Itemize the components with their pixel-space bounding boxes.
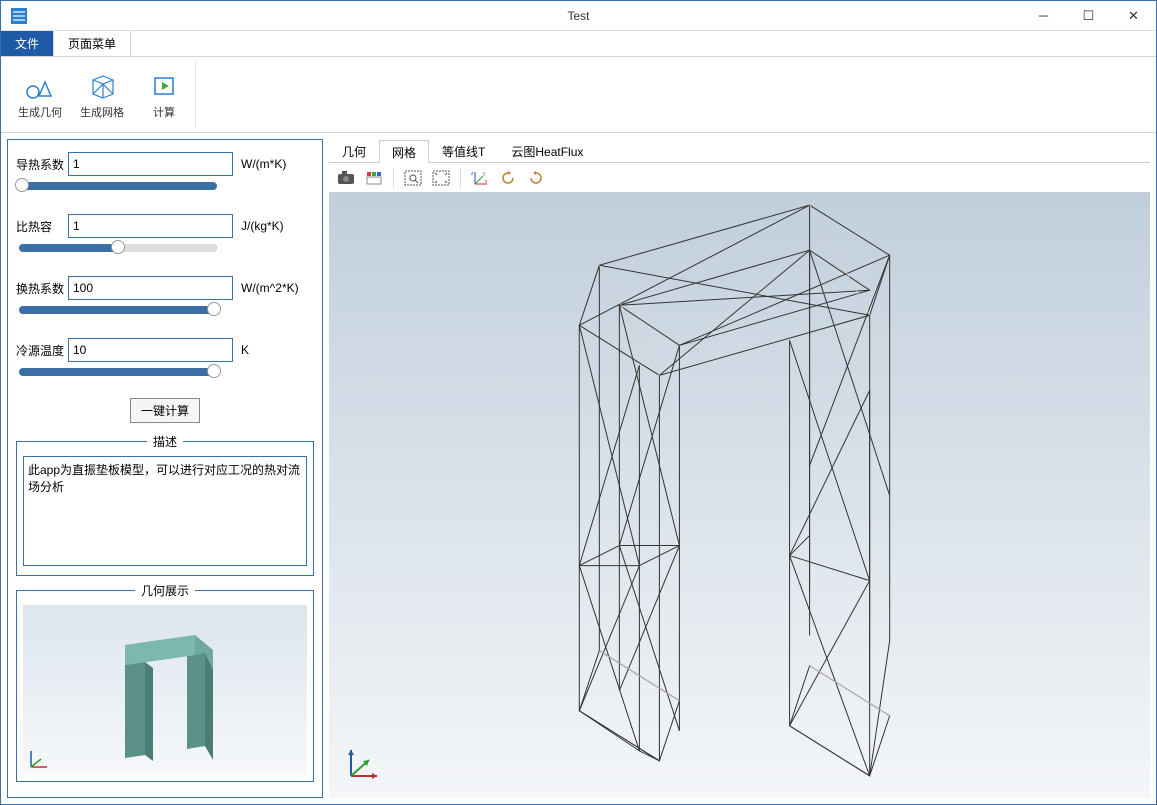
h-label: 换热系数 [16, 280, 68, 297]
cp-label: 比热容 [16, 218, 68, 235]
h-slider[interactable] [19, 306, 217, 314]
cp-unit: J/(kg*K) [241, 219, 284, 233]
3d-canvas[interactable] [329, 193, 1150, 798]
camera-icon[interactable] [333, 166, 359, 190]
menu-bar: 文件 页面菜单 [1, 31, 1156, 57]
tab-cloud-heatflux[interactable]: 云图HeatFlux [498, 139, 596, 162]
k-slider[interactable] [19, 182, 217, 190]
cp-slider[interactable] [19, 244, 217, 252]
generate-mesh-button[interactable]: 生成网格 [77, 61, 127, 128]
menu-page[interactable]: 页面菜单 [54, 31, 131, 56]
window-title: Test [567, 9, 589, 23]
h-unit: W/(m^2*K) [241, 281, 299, 295]
close-button[interactable]: ✕ [1111, 1, 1156, 31]
k-input[interactable] [68, 152, 233, 176]
parameter-panel: 导热系数 W/(m*K) 比热容 J/(kg*K) 换热系数 W/(m^2*K)… [7, 139, 323, 798]
tab-mesh[interactable]: 网格 [379, 140, 429, 163]
one-click-compute-button[interactable]: 一键计算 [130, 398, 200, 423]
tc-slider[interactable] [19, 368, 217, 376]
layers-icon[interactable] [361, 166, 387, 190]
svg-text:y: y [483, 171, 486, 177]
view-tabs: 几何 网格 等值线T 云图HeatFlux [329, 139, 1150, 163]
description-text[interactable] [23, 456, 307, 566]
tab-isoline-t[interactable]: 等值线T [429, 139, 498, 162]
generate-geometry-button[interactable]: 生成几何 [15, 61, 65, 128]
geometry-preview-panel: 几何展示 [16, 582, 314, 782]
geometry-preview-canvas[interactable] [23, 605, 307, 775]
compute-button[interactable]: 计算 [139, 61, 189, 128]
cp-input[interactable] [68, 214, 233, 238]
view-toolbar: z xy [329, 163, 1150, 193]
main-view: 几何 网格 等值线T 云图HeatFlux z xy [329, 139, 1150, 798]
mesh-icon [86, 70, 118, 102]
tab-geometry[interactable]: 几何 [329, 139, 379, 162]
geometry-icon [24, 70, 56, 102]
axes-xyz-icon[interactable]: z xy [467, 166, 493, 190]
preview-axis-gizmo [27, 747, 51, 771]
app-icon [5, 2, 33, 30]
maximize-button[interactable]: ☐ [1066, 1, 1111, 31]
tc-label: 冷源温度 [16, 342, 68, 359]
tc-input[interactable] [68, 338, 233, 362]
minimize-button[interactable]: ─ [1021, 1, 1066, 31]
rotate-cw-icon[interactable] [523, 166, 549, 190]
description-legend: 描述 [147, 433, 183, 450]
svg-text:x: x [485, 179, 488, 185]
menu-file[interactable]: 文件 [1, 31, 54, 56]
play-icon [148, 70, 180, 102]
title-bar: Test ─ ☐ ✕ [1, 1, 1156, 31]
svg-text:z: z [471, 171, 474, 177]
axis-gizmo [343, 744, 383, 784]
preview-legend: 几何展示 [135, 582, 195, 599]
tc-unit: K [241, 343, 249, 357]
description-panel: 描述 [16, 433, 314, 576]
h-input[interactable] [68, 276, 233, 300]
k-unit: W/(m*K) [241, 157, 286, 171]
rotate-ccw-icon[interactable] [495, 166, 521, 190]
ribbon: 生成几何 生成网格 计算 [1, 57, 1156, 133]
fit-all-icon[interactable] [428, 166, 454, 190]
zoom-window-icon[interactable] [400, 166, 426, 190]
k-label: 导热系数 [16, 156, 68, 173]
